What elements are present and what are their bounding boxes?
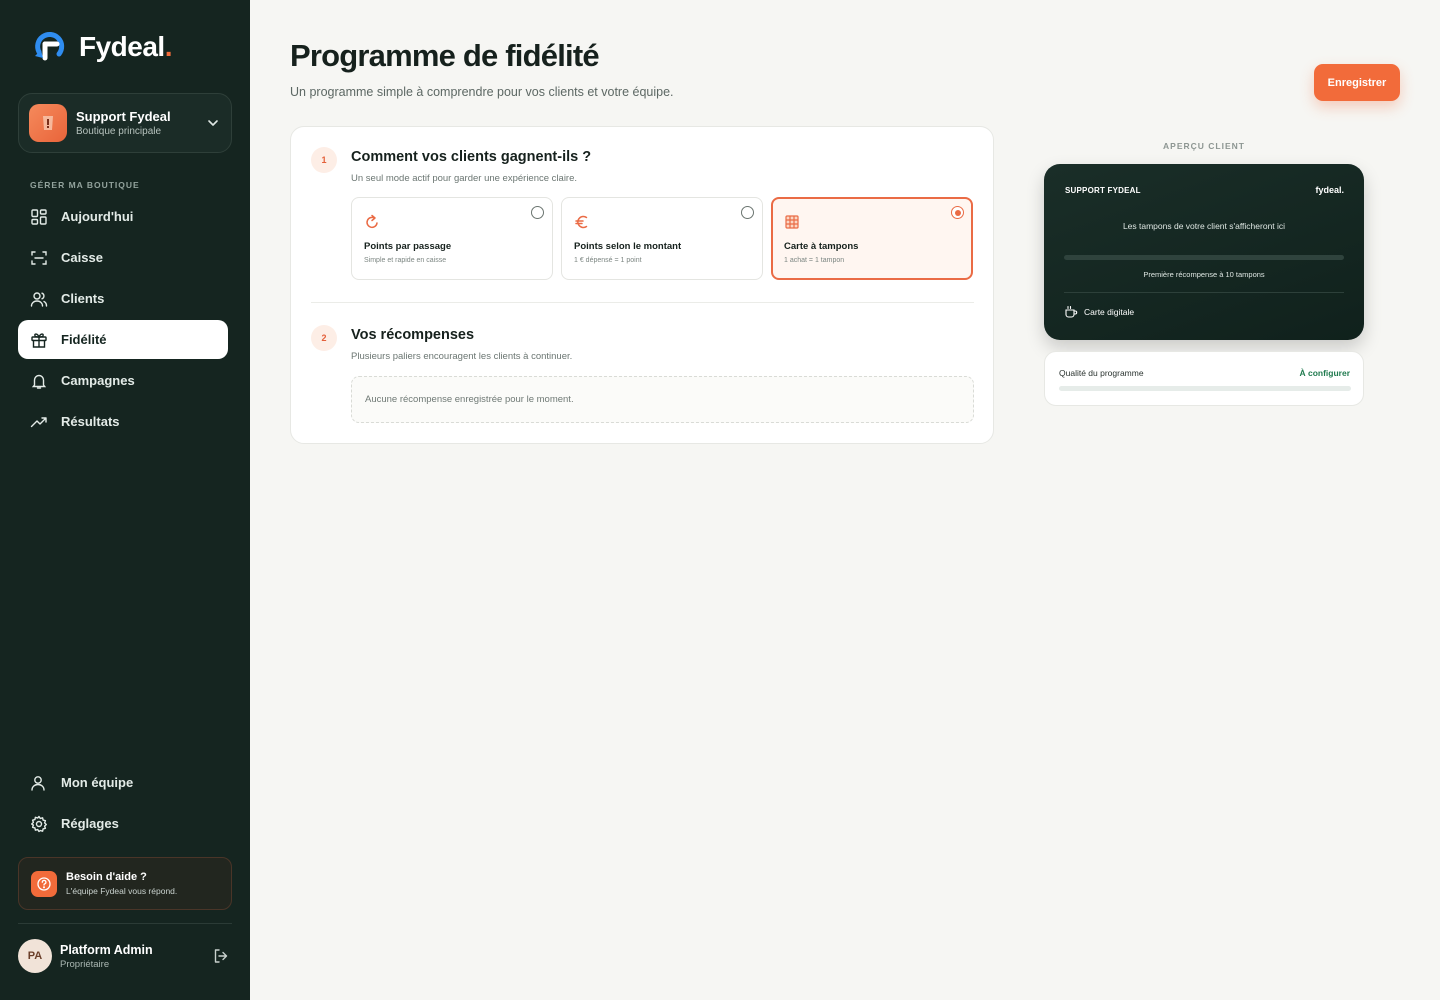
user-name: Platform Admin [60,942,153,957]
brand-name: Fydeal. [79,31,173,62]
page-subtitle: Un programme simple à comprendre pour vo… [290,85,674,99]
logout-icon[interactable] [212,947,230,965]
sidebar-item-label: Réglages [61,816,119,831]
loyalty-settings-panel: 1 Comment vos clients gagnent-ils ? Un s… [290,126,994,444]
sidebar-item-settings[interactable]: Réglages [18,804,228,843]
card-brand: SUPPORT FYDEAL [1065,186,1141,195]
users-icon [30,291,48,307]
sidebar-item-resultats[interactable]: Résultats [18,402,228,441]
option-points-per-visit[interactable]: Points par passage Simple et rapide en c… [351,197,553,280]
help-icon [31,870,57,897]
fydeal-logo-icon [35,32,65,61]
store-name: Support Fydeal [76,109,171,124]
refresh-icon [366,214,378,229]
card-footer: Carte digitale [1064,305,1134,319]
store-avatar [29,104,67,142]
sidebar-item-clients[interactable]: Clients [18,279,228,318]
sidebar-item-label: Clients [61,291,105,306]
program-quality-card: Qualité du programme À configurer [1044,351,1364,406]
gift-icon [31,332,47,348]
card-divider [1064,292,1344,293]
card-logo: fydeal. [1315,185,1344,195]
card-message: Les tampons de votre client s'afficheron… [1122,221,1286,231]
dashboard-icon [31,208,47,225]
card-reward-text: Première récompense à 10 tampons [1143,270,1265,279]
option-title: Points par passage [364,241,452,252]
euro-icon [575,215,588,229]
sidebar-item-fidelite[interactable]: Fidélité [18,320,228,359]
trending-icon [30,416,47,427]
section-label: GÉRER MA BOUTIQUE [30,180,140,190]
user-role: Propriétaire [60,958,110,970]
sidebar-item-label: Résultats [61,414,120,429]
option-stamp-card[interactable]: Carte à tampons 1 achat = 1 tampon [771,197,973,280]
step-subtitle: Un seul mode actif pour garder une expér… [351,173,578,184]
avatar[interactable]: PA [18,939,52,973]
sidebar-divider [18,923,232,924]
store-switcher[interactable]: Support Fydeal Boutique principale [18,93,232,153]
quality-progress-bar [1059,386,1351,391]
rewards-empty-state: Aucune récompense enregistrée pour le mo… [351,376,974,423]
quality-label: Qualité du programme [1059,368,1144,378]
brand-logo[interactable]: Fydeal. [31,30,173,64]
step-badge: 1 [311,147,337,173]
option-radio[interactable] [741,206,754,219]
gear-icon [31,815,47,832]
step-title: Vos récompenses [351,327,475,343]
chevron-down-icon [208,120,218,126]
option-title: Carte à tampons [784,241,859,252]
bell-icon [31,374,47,389]
preview-label: APERÇU CLIENT [1163,141,1245,151]
sidebar-item-label: Aujourd'hui [61,209,134,224]
help-title: Besoin d'aide ? [66,871,147,883]
section-divider [311,302,974,303]
card-footer-label: Carte digitale [1084,307,1135,317]
option-subtitle: Simple et rapide en caisse [364,257,447,264]
option-radio[interactable] [531,206,544,219]
sidebar-item-team[interactable]: Mon équipe [18,763,228,802]
sidebar-item-today[interactable]: Aujourd'hui [18,197,228,236]
sidebar-item-label: Campagnes [61,373,135,388]
step-badge: 2 [311,325,337,351]
option-subtitle: 1 achat = 1 tampon [784,257,845,264]
option-title: Points selon le montant [574,241,682,252]
sidebar: Fydeal. Support Fydeal Boutique principa… [0,0,250,1000]
sidebar-item-campagnes[interactable]: Campagnes [18,361,228,400]
user-profile: PA Platform Admin Propriétaire [18,939,232,973]
card-progress-bar [1064,255,1344,260]
store-subtitle: Boutique principale [76,126,162,137]
secondary-nav: Mon équipe Réglages [18,763,228,845]
option-subtitle: 1 € dépensé = 1 point [574,257,642,264]
step-title: Comment vos clients gagnent-ils ? [351,149,592,165]
sidebar-item-label: Mon équipe [61,775,134,790]
help-subtitle: L'équipe Fydeal vous répond. [66,886,178,896]
save-button[interactable]: Enregistrer [1314,64,1400,101]
main-nav: Aujourd'hui Caisse Clients Fidélité Camp… [18,197,228,443]
sidebar-item-caisse[interactable]: Caisse [18,238,228,277]
option-radio[interactable] [951,206,964,219]
coffee-cup-icon [1065,305,1078,318]
step-subtitle: Plusieurs paliers encouragent les client… [351,351,573,362]
quality-status[interactable]: À configurer [1299,368,1350,378]
page-title: Programme de fidélité [290,38,600,73]
stamp-grid-icon [785,215,799,229]
sidebar-item-label: Caisse [61,250,103,265]
sidebar-item-label: Fidélité [61,332,107,347]
option-points-by-amount[interactable]: Points selon le montant 1 € dépensé = 1 … [561,197,763,280]
user-icon [31,775,45,791]
help-card[interactable]: Besoin d'aide ? L'équipe Fydeal vous rép… [18,857,232,910]
scan-icon [31,250,47,265]
loyalty-card-preview: SUPPORT FYDEAL fydeal. Les tampons de vo… [1044,164,1364,340]
shop-badge-icon [43,116,53,130]
